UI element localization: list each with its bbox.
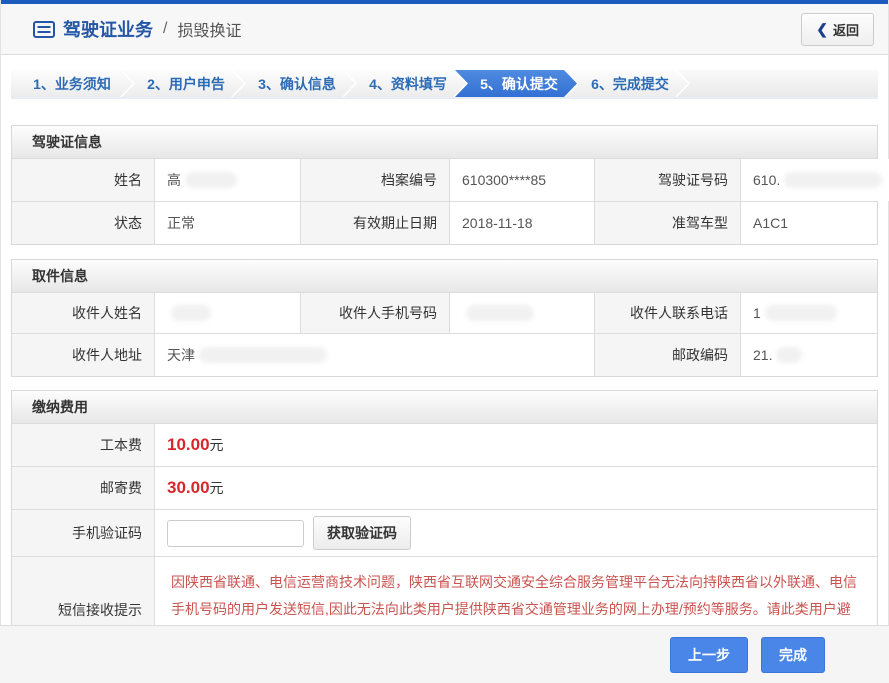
name-value: 高: [154, 159, 300, 201]
vehicle-class-value: A1C1: [740, 202, 877, 244]
sms-code-cell: 获取验证码: [154, 510, 877, 556]
table-row: 状态 正常 有效期止日期 2018-11-18 准驾车型 A1C1: [12, 201, 877, 244]
breadcrumb: 驾驶证业务 / 损毁换证: [33, 16, 801, 42]
license-info-title: 驾驶证信息: [12, 126, 877, 158]
table-row: 姓名 高 档案编号 610300****85 驾驶证号码 610.: [12, 158, 877, 201]
page-header: 驾驶证业务 / 损毁换证 ❮ 返回: [1, 4, 888, 55]
step-3-confirm-info[interactable]: 3、确认信息: [233, 70, 355, 97]
name-label: 姓名: [12, 159, 154, 201]
back-chevron-icon: ❮: [816, 22, 828, 36]
recipient-name-value: [154, 293, 300, 333]
postage-fee-amount: 30.00: [167, 478, 210, 498]
step-4-fill-data[interactable]: 4、资料填写: [344, 70, 466, 97]
step-bar-filler: [677, 70, 878, 97]
license-no-value: 610.: [740, 159, 889, 201]
sms-code-input[interactable]: [167, 520, 304, 547]
redaction-blur: [776, 347, 802, 363]
payment-title: 缴纳费用: [12, 391, 877, 423]
redaction-blur: [199, 347, 327, 363]
recipient-address-label: 收件人地址: [12, 334, 154, 376]
pickup-info-section: 取件信息 收件人姓名 收件人手机号码 收件人联系电话 1 收件人地址 天津 邮政…: [11, 259, 878, 377]
step-5-confirm-submit-active[interactable]: 5、确认提交: [455, 70, 577, 97]
license-no-label: 驾驶证号码: [594, 159, 740, 201]
back-button-label: 返回: [833, 20, 859, 39]
redaction-blur: [784, 172, 882, 188]
table-row: 收件人地址 天津 邮政编码 21.: [12, 333, 877, 376]
back-button[interactable]: ❮ 返回: [801, 13, 874, 46]
postage-fee-label: 邮寄费: [12, 467, 154, 509]
recipient-mobile-label: 收件人手机号码: [300, 293, 449, 333]
redaction-blur: [466, 305, 534, 321]
page-title: 驾驶证业务: [63, 16, 153, 42]
breadcrumb-separator: /: [163, 20, 167, 38]
page-subtitle: 损毁换证: [177, 17, 241, 41]
vehicle-class-label: 准驾车型: [594, 202, 740, 244]
license-info-section: 驾驶证信息 姓名 高 档案编号 610300****85 驾驶证号码 610. …: [11, 125, 878, 245]
table-row: 工本费 10.00元: [12, 423, 877, 466]
production-fee-label: 工本费: [12, 424, 154, 466]
fee-unit: 元: [210, 478, 224, 498]
table-row: 收件人姓名 收件人手机号码 收件人联系电话 1: [12, 292, 877, 333]
file-no-label: 档案编号: [300, 159, 449, 201]
redaction-blur: [765, 305, 837, 321]
postal-code-value: 21.: [740, 334, 877, 376]
recipient-address-value: 天津: [154, 334, 594, 376]
payment-section: 缴纳费用 工本费 10.00元 邮寄费 30.00元 手机验证码 获取验证码 短…: [11, 390, 878, 664]
recipient-phone-value: 1: [740, 293, 877, 333]
valid-until-label: 有效期止日期: [300, 202, 449, 244]
valid-until-value: 2018-11-18: [449, 202, 594, 244]
get-sms-code-button[interactable]: 获取验证码: [313, 516, 411, 550]
file-no-value: 610300****85: [449, 159, 594, 201]
finish-button[interactable]: 完成: [761, 637, 825, 673]
recipient-mobile-value: [449, 293, 594, 333]
redaction-blur: [185, 172, 237, 188]
step-wizard: 1、业务须知 2、用户申告 3、确认信息 4、资料填写 5、确认提交 6、完成提…: [11, 70, 878, 99]
production-fee-value: 10.00元: [154, 424, 877, 466]
postal-code-label: 邮政编码: [594, 334, 740, 376]
step-1-business-notice[interactable]: 1、业务须知: [11, 70, 133, 97]
license-card-icon: [33, 21, 55, 38]
pickup-info-title: 取件信息: [12, 260, 877, 292]
status-label: 状态: [12, 202, 154, 244]
sms-code-label: 手机验证码: [12, 510, 154, 556]
footer-action-bar: 上一步 完成: [0, 625, 889, 683]
table-row: 手机验证码 获取验证码: [12, 509, 877, 556]
step-6-complete-submit[interactable]: 6、完成提交: [566, 70, 688, 97]
production-fee-amount: 10.00: [167, 435, 210, 455]
previous-step-button[interactable]: 上一步: [670, 637, 748, 673]
redaction-blur: [171, 305, 211, 321]
table-row: 邮寄费 30.00元: [12, 466, 877, 509]
postage-fee-value: 30.00元: [154, 467, 877, 509]
status-value: 正常: [154, 202, 300, 244]
fee-unit: 元: [210, 435, 224, 455]
step-2-user-declaration[interactable]: 2、用户申告: [122, 70, 244, 97]
recipient-name-label: 收件人姓名: [12, 293, 154, 333]
recipient-phone-label: 收件人联系电话: [594, 293, 740, 333]
